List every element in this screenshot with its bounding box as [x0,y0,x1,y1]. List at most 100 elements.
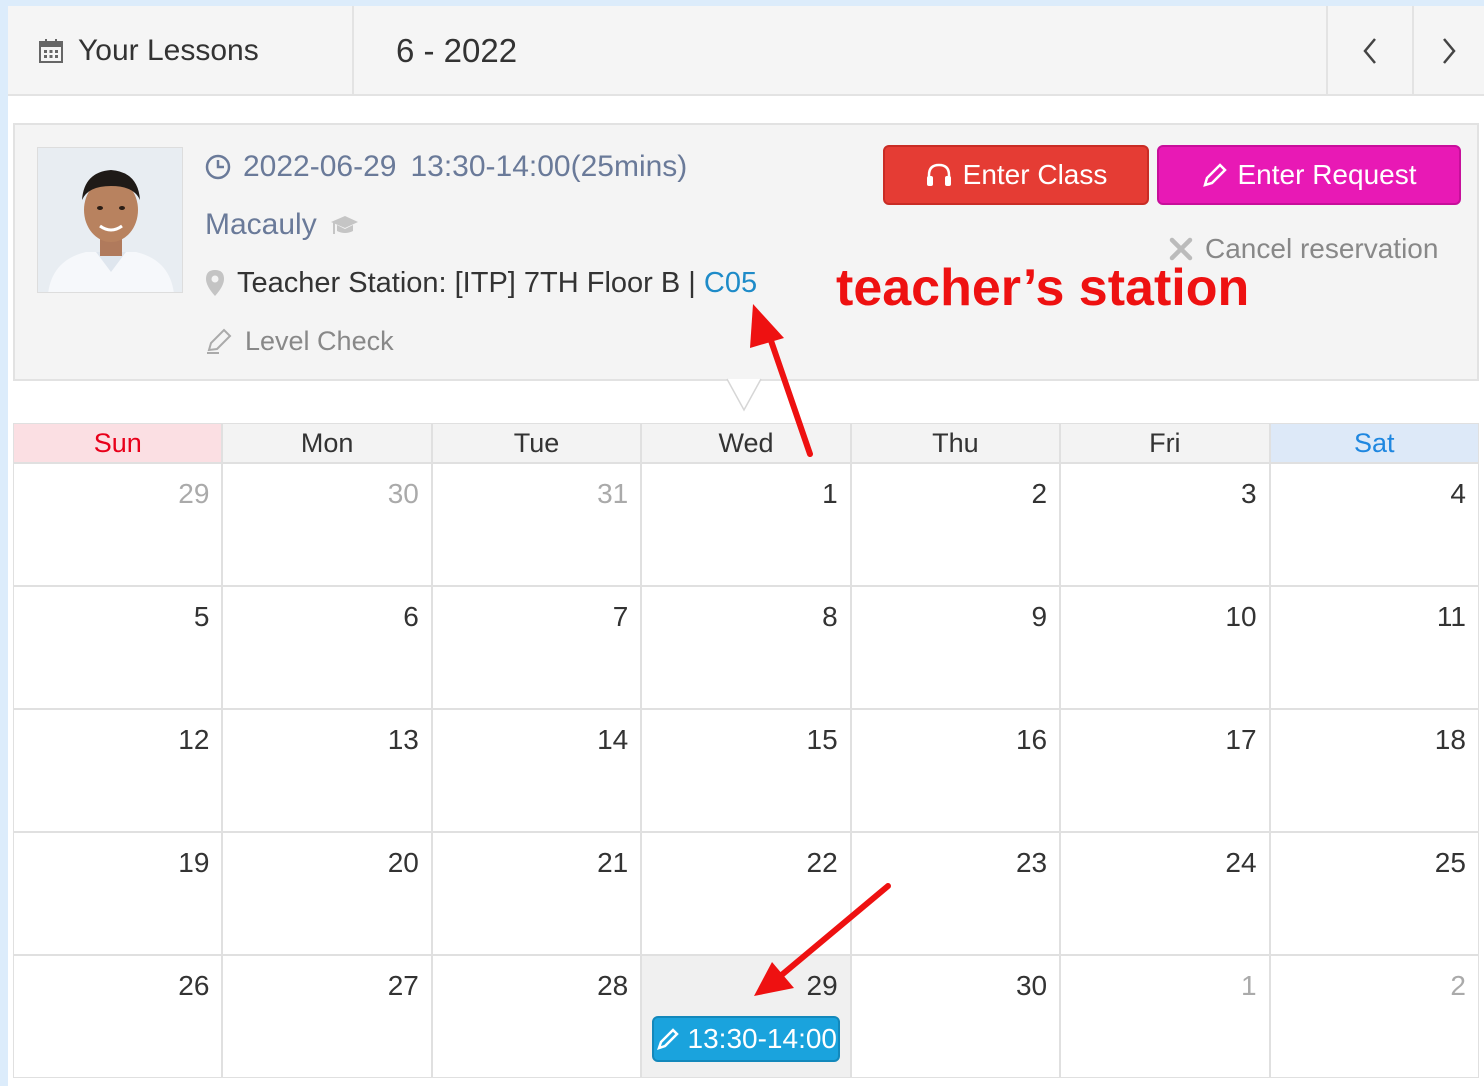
day-number: 17 [1225,724,1257,755]
day-number: 28 [597,970,629,1001]
calendar-day[interactable]: 31 [431,463,642,586]
calendar-day[interactable]: 9 [850,586,1061,709]
chevron-left-icon [1363,38,1376,64]
calendar-header: Your Lessons 6 - 2022 [8,6,1484,96]
day-number: 21 [597,847,629,878]
calendar-day[interactable]: 12 [13,709,223,832]
day-number: 26 [178,970,210,1001]
lesson-event-chip[interactable]: 13:30-14:00 [652,1016,841,1062]
day-number: 4 [1450,478,1466,509]
location-pin-icon [206,270,224,296]
day-number: 20 [387,847,419,878]
weekday-fri: Fri [1060,423,1270,463]
calendar-day[interactable]: 20 [222,832,432,955]
calendar-day[interactable]: 1 [1060,955,1270,1078]
enter-request-button[interactable]: Enter Request [1157,145,1461,205]
calendar-week: 26 27 28 29 13:30-14:00 30 1 2 [13,955,1479,1078]
calendar-day[interactable]: 25 [1269,832,1479,955]
calendar-day[interactable]: 29 [13,463,223,586]
day-number: 19 [178,847,210,878]
calendar-day[interactable]: 24 [1060,832,1270,955]
day-number: 8 [822,601,838,632]
teacher-station-row: Teacher Station: [ITP] 7TH Floor B | C05 [205,263,757,303]
teacher-name[interactable]: Macauly [205,208,317,242]
calendar-day[interactable]: 15 [641,709,851,832]
day-number: 30 [1015,970,1048,1001]
calendar-week: 5 6 7 8 9 10 11 [13,586,1479,709]
pencil-icon [656,1028,679,1050]
calendar-week: 12 13 14 15 16 17 18 [13,709,1479,832]
app-frame: Your Lessons 6 - 2022 2022-06-29 13:30-1… [8,6,1484,1086]
lesson-card: 2022-06-29 13:30-14:00(25mins) Macauly T… [13,123,1479,381]
calendar-day[interactable]: 5 [13,586,223,709]
lesson-type: Level Check [245,325,394,356]
calendar-week: 19 20 21 22 23 24 25 [13,832,1479,955]
day-number: 18 [1434,724,1466,755]
calendar-day[interactable]: 14 [431,709,642,832]
station-label: Teacher Station: [ITP] 7TH Floor B | [237,266,704,299]
day-number: 1 [822,478,838,509]
calendar-day[interactable]: 7 [431,586,642,709]
calendar-day[interactable]: 30 [850,955,1061,1078]
calendar-week: 29 30 31 1 2 3 4 [13,463,1479,586]
weekday-wed: Wed [641,423,851,463]
day-number: 13 [387,724,419,755]
calendar-day[interactable]: 17 [1060,709,1270,832]
calendar-day[interactable]: 13 [222,709,432,832]
calendar-day[interactable]: 26 [13,955,223,1078]
next-month-button[interactable] [1412,6,1484,96]
weekday-header-row: Sun Mon Tue Wed Thu Fri Sat [13,423,1479,463]
month-calendar: Sun Mon Tue Wed Thu Fri Sat 29 30 31 1 2… [13,423,1479,1078]
day-number: 29 [806,970,838,1001]
day-number: 22 [806,847,838,878]
enter-class-label: Enter Class [962,159,1108,190]
calendar-day[interactable]: 19 [13,832,223,955]
day-number: 23 [1015,847,1048,878]
chevron-right-icon [1443,38,1456,64]
day-number: 5 [193,601,210,632]
clock-icon [205,154,231,180]
calendar-day[interactable]: 30 [222,463,432,586]
calendar-day[interactable]: 18 [1269,709,1479,832]
day-number: 3 [1240,478,1257,509]
calendar-day[interactable]: 1 [641,463,851,586]
calendar-day[interactable]: 10 [1060,586,1270,709]
day-number: 24 [1225,847,1257,878]
lesson-type-row: Level Check [205,321,394,361]
calendar-day[interactable]: 16 [850,709,1061,832]
calendar-day-selected[interactable]: 29 13:30-14:00 [641,955,851,1078]
weekday-tue: Tue [431,423,642,463]
calendar-day[interactable]: 28 [431,955,642,1078]
calendar-day[interactable]: 8 [641,586,851,709]
station-code-link[interactable]: C05 [704,267,757,300]
prev-month-button[interactable] [1326,6,1412,96]
page-title: Your Lessons [78,34,259,67]
teacher-name-row[interactable]: Macauly [205,205,359,245]
calendar-day[interactable]: 21 [431,832,642,955]
day-number: 12 [178,724,210,755]
day-number: 2 [1450,970,1466,1001]
calendar-day[interactable]: 11 [1269,586,1479,709]
calendar-day[interactable]: 6 [222,586,432,709]
day-number: 30 [387,478,419,509]
calendar-day[interactable]: 27 [222,955,432,1078]
day-number: 16 [1015,724,1048,755]
calendar-day[interactable]: 2 [850,463,1061,586]
day-number: 11 [1436,601,1466,632]
calendar-day[interactable]: 4 [1269,463,1479,586]
enter-class-button[interactable]: Enter Class [883,145,1149,205]
calendar-day[interactable]: 23 [850,832,1061,955]
calendar-day[interactable]: 2 [1269,955,1479,1078]
calendar-day[interactable]: 22 [641,832,851,955]
graduation-cap-icon [330,216,358,234]
calendar-icon [39,39,63,63]
enter-request-label: Enter Request [1237,159,1417,190]
day-number: 7 [612,601,629,632]
header-title-section: Your Lessons [8,6,354,96]
day-number: 27 [387,970,419,1001]
weekday-thu: Thu [850,423,1061,463]
day-number: 1 [1240,970,1257,1001]
teacher-avatar [37,147,183,293]
calendar-day[interactable]: 3 [1060,463,1270,586]
day-number: 6 [403,601,419,632]
